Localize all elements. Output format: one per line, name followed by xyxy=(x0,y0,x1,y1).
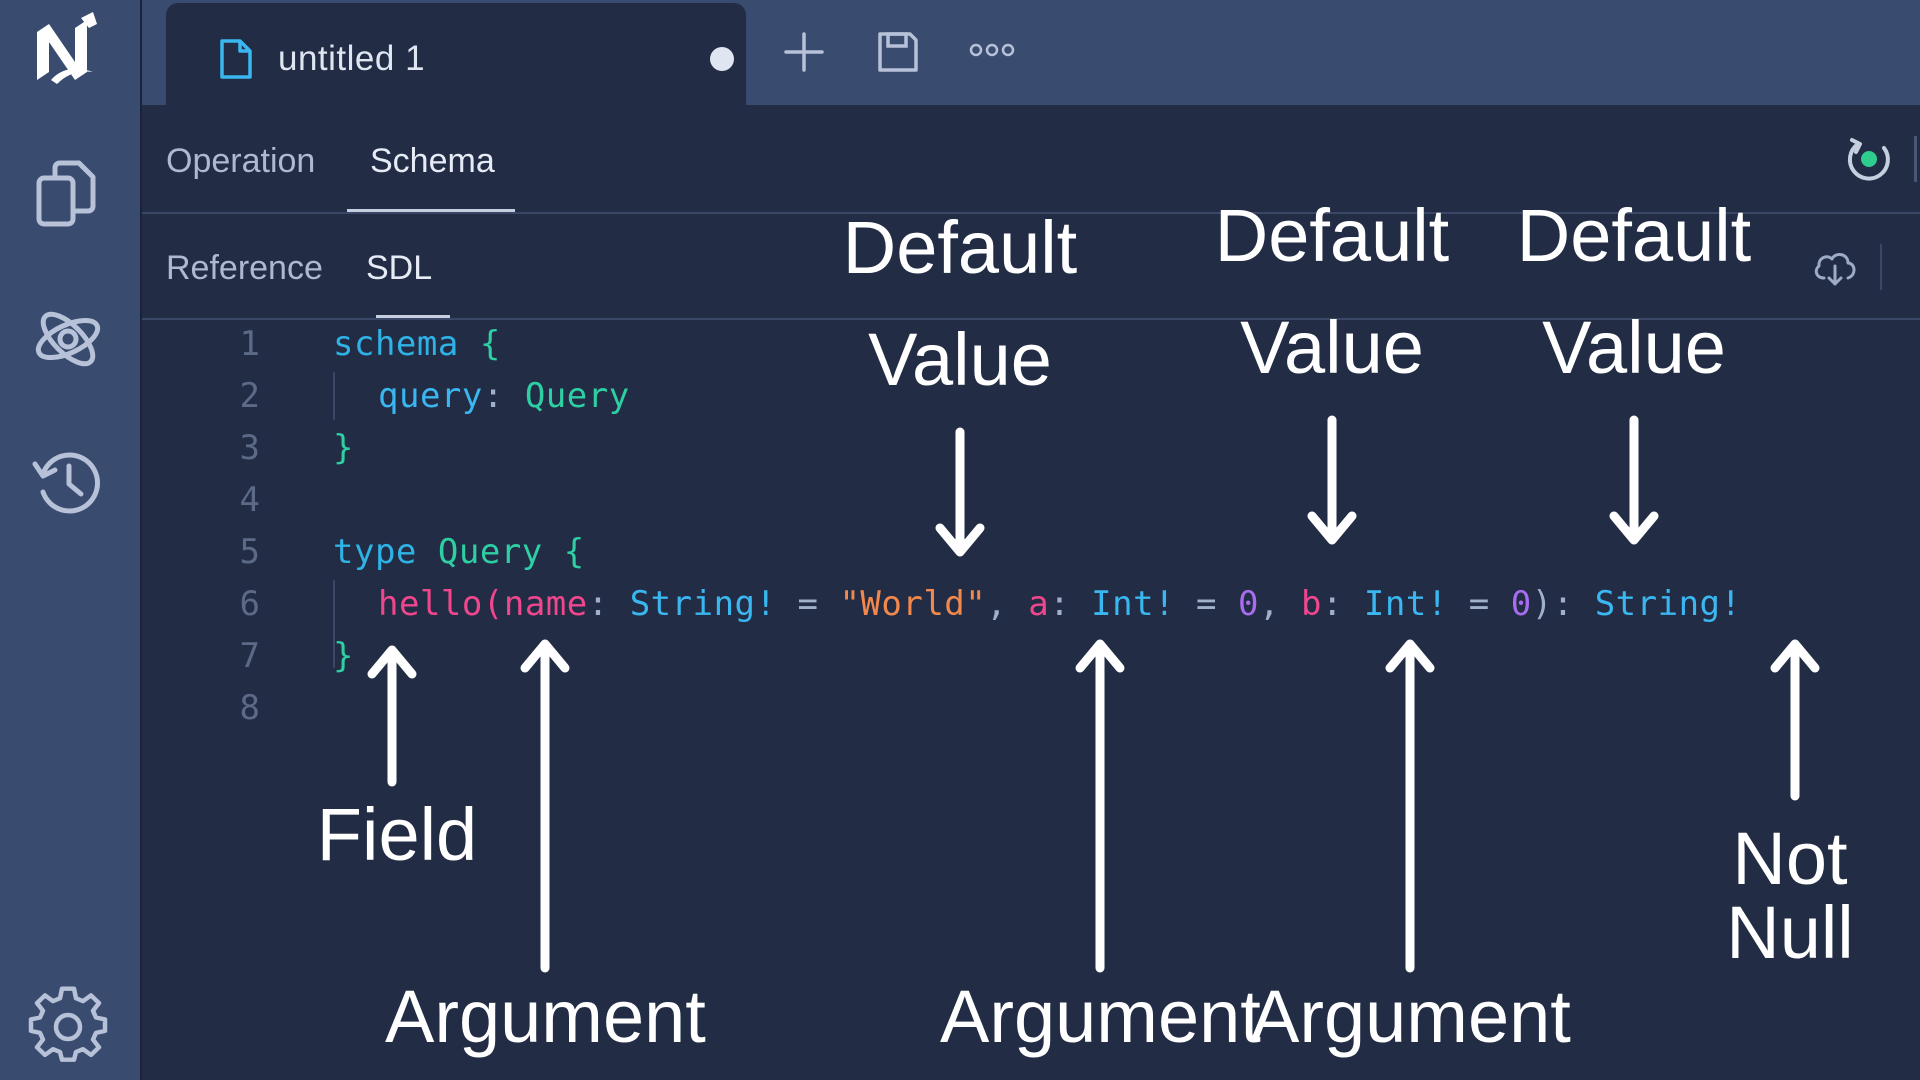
line-number: 3 xyxy=(239,428,260,468)
annotation-argument-3: Argument xyxy=(1250,975,1571,1058)
unsaved-dot[interactable] xyxy=(710,47,734,71)
line-number: 6 xyxy=(239,584,260,624)
number-value: 0 xyxy=(1238,584,1259,624)
history-icon[interactable] xyxy=(27,442,109,524)
annotation-default-value-2: Default Value xyxy=(1202,180,1462,404)
arrow-down-default-2 xyxy=(1307,415,1357,545)
keyword: schema xyxy=(333,324,459,364)
colon: : xyxy=(482,376,504,416)
arrow-up-field xyxy=(367,645,417,787)
number-value: 0 xyxy=(1510,584,1532,624)
file-icon xyxy=(220,39,252,79)
code-line-1[interactable]: schema { xyxy=(333,324,501,364)
annotation-text: Default xyxy=(1516,194,1752,277)
brace: } xyxy=(333,636,354,676)
type-name: Int! xyxy=(1363,584,1448,624)
tab-sdl[interactable]: SDL xyxy=(366,249,432,288)
tab-schema[interactable]: Schema xyxy=(370,142,495,181)
equals: = xyxy=(797,584,819,624)
brace: { xyxy=(563,532,585,572)
type-name: Query xyxy=(524,376,630,416)
arrow-down-default-3 xyxy=(1609,415,1659,545)
tab-operation[interactable]: Operation xyxy=(166,142,315,181)
code-line-6[interactable]: hello(name: String! = "World", a: Int! =… xyxy=(378,584,1742,624)
line-number: 1 xyxy=(239,324,260,364)
equals: = xyxy=(1468,584,1490,624)
line-number: 4 xyxy=(239,480,260,520)
annotation-text: Default xyxy=(842,206,1078,289)
activity-bar xyxy=(0,0,142,1080)
toolbar-divider-2 xyxy=(1880,244,1882,290)
code-line-2[interactable]: query: Query xyxy=(378,376,630,416)
annotation-text: Value xyxy=(1542,306,1726,389)
comma: , xyxy=(986,584,1008,624)
type-name: Int! xyxy=(1091,584,1176,624)
atom-icon[interactable] xyxy=(27,298,109,380)
save-icon[interactable] xyxy=(874,28,922,76)
tab-untitled[interactable]: untitled 1 xyxy=(166,3,746,105)
annotation-text: Value xyxy=(868,318,1052,401)
argument-name: a xyxy=(1028,584,1050,624)
annotation-argument-1: Argument xyxy=(385,975,706,1058)
plus-icon[interactable] xyxy=(780,28,828,76)
code-line-5[interactable]: type Query { xyxy=(333,532,585,572)
gear-icon[interactable] xyxy=(27,985,109,1067)
logo-icon[interactable] xyxy=(27,10,109,92)
annotation-not-null: Not Null xyxy=(1726,817,1854,974)
colon: : xyxy=(1321,584,1343,624)
comma: , xyxy=(1259,584,1280,624)
annotation-field: Field xyxy=(316,793,478,876)
arrow-up-argument-2 xyxy=(1075,639,1125,973)
annotation-default-value-3: Default Value xyxy=(1504,180,1764,404)
cloud-download-icon[interactable] xyxy=(1812,248,1858,288)
brace: } xyxy=(333,428,354,468)
colon: : xyxy=(1049,584,1071,624)
line-number: 2 xyxy=(239,376,260,416)
annotation-text: Value xyxy=(1240,306,1424,389)
field-name: hello xyxy=(378,584,483,624)
code-line-7[interactable]: } xyxy=(333,636,354,676)
indent-guide xyxy=(333,372,335,420)
line-number: 7 xyxy=(239,636,260,676)
refresh-icon[interactable] xyxy=(1844,134,1894,184)
arrow-up-not-null xyxy=(1770,639,1820,801)
paren: ( xyxy=(482,584,504,624)
more-icon[interactable] xyxy=(968,36,1016,64)
annotation-argument-2: Argument xyxy=(940,975,1261,1058)
arrow-down-default-1 xyxy=(935,427,985,557)
toolbar-divider xyxy=(1914,136,1917,182)
code-line-3[interactable]: } xyxy=(333,428,354,468)
type-name: String! xyxy=(629,584,777,624)
arrow-up-argument-3 xyxy=(1385,639,1435,973)
documents-icon[interactable] xyxy=(27,154,109,236)
equals: = xyxy=(1196,584,1218,624)
keyword: type xyxy=(333,532,417,572)
return-type: String! xyxy=(1594,584,1742,624)
tab-strip: untitled 1 xyxy=(142,0,1920,105)
argument-name: b xyxy=(1300,584,1322,624)
annotation-text: Default xyxy=(1214,194,1450,277)
paren: ) xyxy=(1531,584,1553,624)
annotation-default-value-1: Default Value xyxy=(830,192,1090,416)
type-name: Query xyxy=(437,532,543,572)
line-number: 8 xyxy=(239,688,260,728)
arrow-up-argument-1 xyxy=(520,639,570,973)
brace: { xyxy=(479,324,501,364)
colon: : xyxy=(1552,584,1574,624)
string-value: "World" xyxy=(839,584,987,624)
argument-name: name xyxy=(503,584,588,624)
line-number: 5 xyxy=(239,532,260,572)
tab-title: untitled 1 xyxy=(278,39,426,78)
colon: : xyxy=(587,584,609,624)
tab-reference[interactable]: Reference xyxy=(166,249,323,288)
field-name: query xyxy=(378,376,483,416)
